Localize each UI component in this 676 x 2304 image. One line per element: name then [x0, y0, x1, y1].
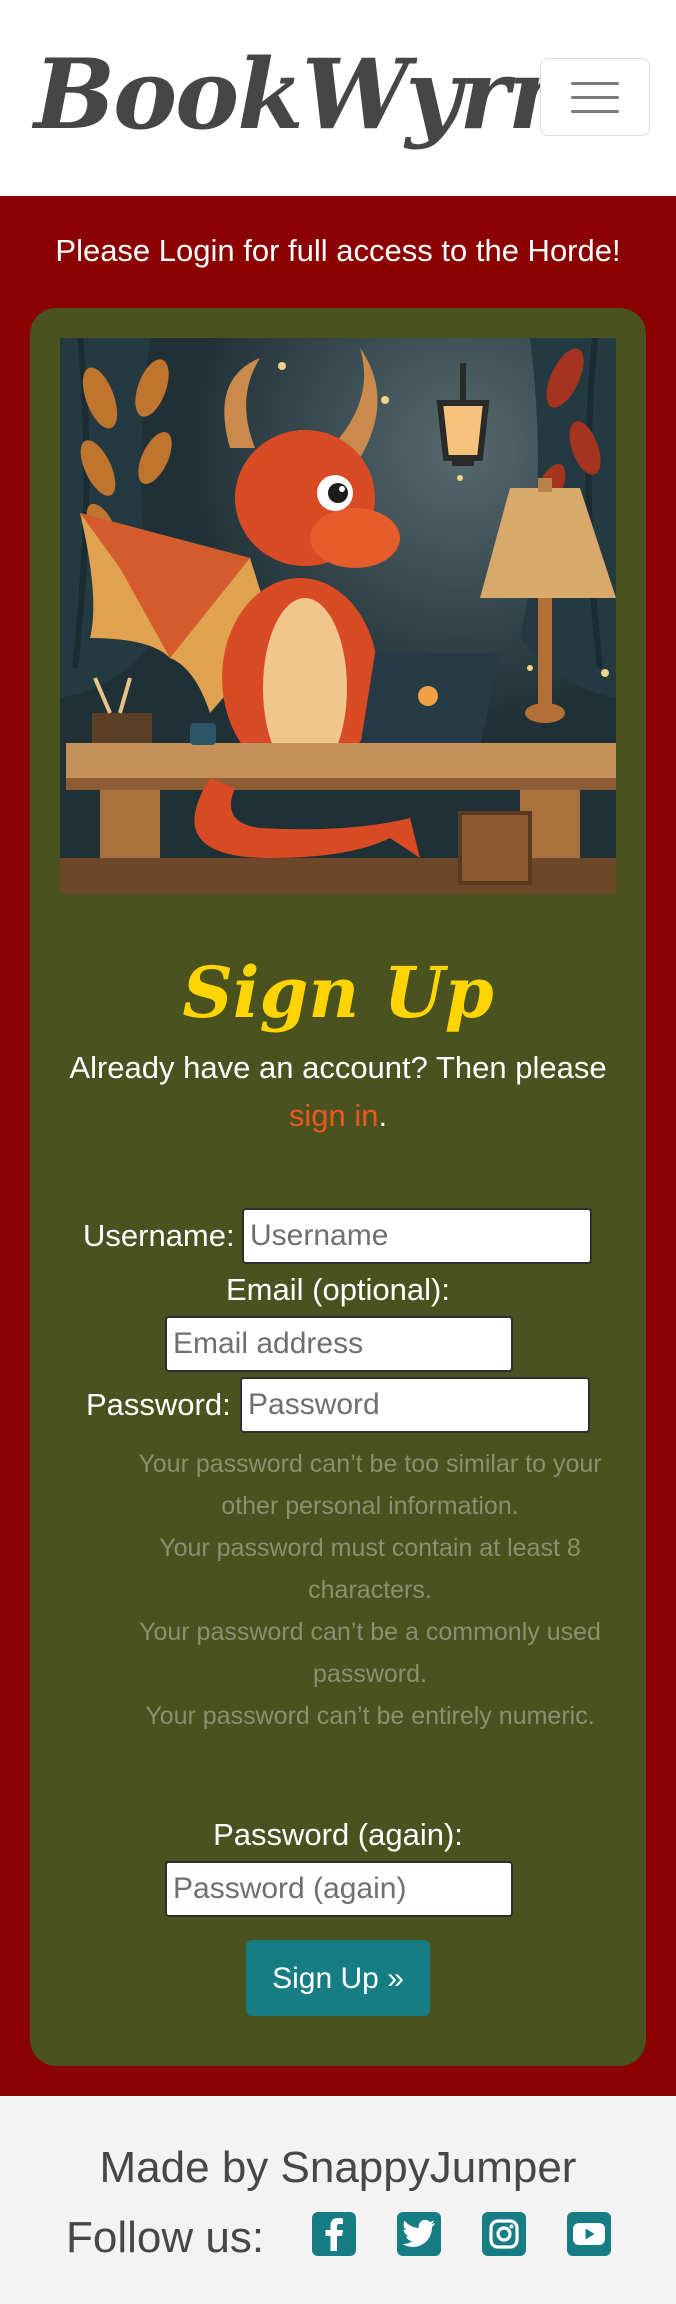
hamburger-icon-line	[571, 82, 619, 85]
password-again-input[interactable]	[165, 1861, 513, 1917]
password-help-similar: Your password can’t be too similar to yo…	[138, 1450, 602, 1520]
made-by-text: Made by SnappyJumper	[99, 2143, 577, 2192]
password-help-common: Your password can’t be a commonly used p…	[139, 1618, 601, 1688]
password-help-length: Your password must contain at least 8 ch…	[159, 1534, 581, 1604]
instagram-icon[interactable]	[482, 2212, 526, 2256]
brand-logo[interactable]: BookWyrm	[34, 40, 609, 150]
footer	[0, 2096, 676, 2304]
signup-submit-button[interactable]: Sign Up »	[246, 1940, 430, 2016]
facebook-icon[interactable]	[312, 2212, 356, 2256]
password-help-numeric: Your password can’t be entirely numeric.	[145, 1702, 595, 1730]
hamburger-icon-line	[571, 96, 619, 99]
twitter-icon[interactable]	[397, 2212, 441, 2256]
username-input[interactable]	[242, 1208, 592, 1264]
password-input[interactable]	[240, 1377, 590, 1433]
signin-link[interactable]: sign in	[289, 1098, 379, 1133]
navbar: BookWyrm	[0, 0, 676, 196]
email-label: Email (optional):	[226, 1272, 450, 1307]
signup-title: Sign Up	[182, 951, 494, 1034]
signin-prompt: Already have an account? Then please sig…	[60, 1044, 616, 1140]
signin-prompt-period: .	[378, 1098, 388, 1133]
signin-prompt-text: Already have an account? Then please	[69, 1050, 607, 1085]
follow-us-label: Follow us:	[66, 2213, 265, 2262]
hamburger-icon-line	[571, 110, 619, 113]
password-label: Password:	[86, 1387, 231, 1422]
email-input[interactable]	[165, 1316, 513, 1372]
password-again-label: Password (again):	[213, 1817, 463, 1852]
dragon-illustration	[60, 338, 616, 894]
menu-toggle-button[interactable]	[540, 58, 650, 136]
youtube-icon[interactable]	[567, 2212, 611, 2256]
login-banner: Please Login for full access to the Hord…	[55, 233, 621, 268]
username-label: Username:	[83, 1218, 235, 1253]
